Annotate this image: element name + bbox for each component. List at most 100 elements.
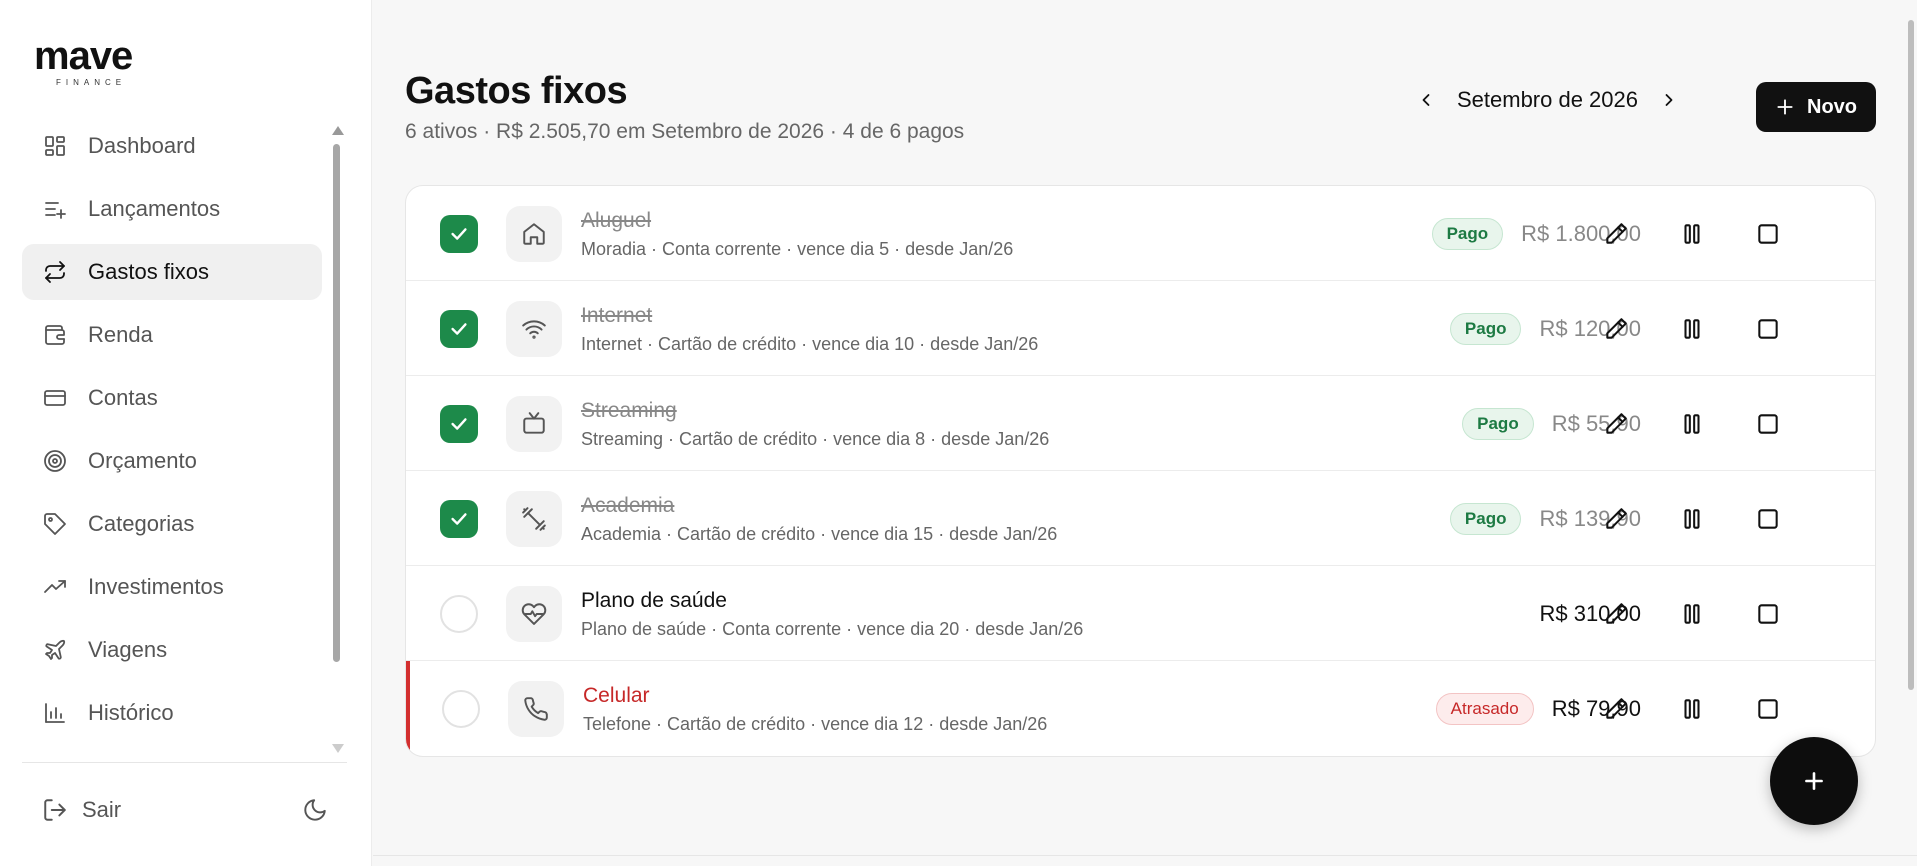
theme-toggle-button[interactable] [302,797,342,828]
sidebar-item-label: Histórico [88,700,174,725]
pencil-icon [1606,318,1627,339]
logout-button[interactable]: Sair [42,797,121,823]
list-item: Internet Internet · Cartão de crédito · … [406,281,1875,376]
tv-icon [506,396,562,452]
pause-icon [1684,699,1700,719]
heart-pulse-icon [506,586,562,642]
prev-month-button[interactable] [1406,80,1446,120]
divider [373,855,1917,856]
edit-button[interactable] [1601,599,1631,629]
check-icon [451,228,467,240]
paid-checkbox[interactable] [440,310,478,348]
wifi-icon [506,301,562,357]
chevron-left-icon [1422,94,1430,106]
select-checkbox[interactable] [1753,409,1783,439]
check-icon [451,323,467,335]
plane-icon [42,637,68,663]
sidebar-scrollbar[interactable] [330,126,344,756]
sidebar-item-gastos-fixos[interactable]: Gastos fixos [22,244,322,300]
sidebar-item-label: Dashboard [88,133,196,158]
month-navigator: Setembro de 2026 [1406,80,1689,120]
list-item: Academia Academia · Cartão de crédito · … [406,471,1875,566]
next-month-button[interactable] [1649,80,1689,120]
pause-button[interactable] [1677,599,1707,629]
list-item: Celular Telefone · Cartão de crédito · v… [406,661,1875,756]
status-badge: Atrasado [1435,692,1534,725]
sidebar-item-dashboard[interactable]: Dashboard [22,118,322,174]
page-scrollbar[interactable] [1908,20,1914,690]
expense-name: Streaming [581,399,677,422]
expense-detail: Streaming · Cartão de crédito · vence di… [581,429,1050,449]
expense-detail: Internet · Cartão de crédito · vence dia… [581,334,1039,354]
paid-checkbox[interactable] [440,405,478,443]
edit-button[interactable] [1601,504,1631,534]
pause-button[interactable] [1677,409,1707,439]
edit-button[interactable] [1601,314,1631,344]
select-checkbox[interactable] [1753,219,1783,249]
pencil-icon [1606,508,1627,529]
new-expense-button[interactable]: Novo [1756,82,1876,132]
paid-checkbox[interactable] [440,215,478,253]
scroll-down-arrow[interactable] [332,744,344,753]
expense-name: Internet [581,304,653,327]
list-plus-icon [42,196,68,222]
scroll-up-arrow[interactable] [332,126,344,135]
scroll-thumb[interactable] [333,144,340,662]
logout-icon [44,799,66,821]
add-fab-button[interactable] [1770,737,1858,825]
sidebar-nav: Dashboard Lançamentos Gastos fixos Renda… [22,118,322,748]
expense-detail: Telefone · Cartão de crédito · vence dia… [583,714,1048,734]
select-checkbox[interactable] [1753,314,1783,344]
moon-icon [304,799,326,821]
expense-detail: Moradia · Conta corrente · vence dia 5 ·… [581,239,1014,259]
edit-button[interactable] [1601,409,1631,439]
pause-button[interactable] [1677,219,1707,249]
expense-name: Aluguel [581,209,652,232]
pencil-icon [1606,223,1627,244]
sidebar-item-contas[interactable]: Contas [22,370,322,426]
pause-button[interactable] [1677,314,1707,344]
expense-name: Celular [583,684,650,707]
status-badge: Pago [1462,407,1534,440]
main-content: Gastos fixos 6 ativos · R$ 2.505,70 em S… [373,0,1917,866]
paid-checkbox[interactable] [440,595,478,633]
edit-button[interactable] [1601,694,1631,724]
square-icon [1758,319,1778,339]
paid-checkbox[interactable] [440,500,478,538]
pause-button[interactable] [1677,504,1707,534]
sidebar-item-historico[interactable]: Histórico [22,685,322,741]
sidebar-item-viagens[interactable]: Viagens [22,622,322,678]
square-icon [1758,699,1778,719]
select-checkbox[interactable] [1753,694,1783,724]
pause-button[interactable] [1677,694,1707,724]
dashboard-icon [42,133,68,159]
sidebar-footer: Sair [22,762,347,822]
target-icon [42,448,68,474]
sidebar-item-renda[interactable]: Renda [22,307,322,363]
sidebar-item-orcamento[interactable]: Orçamento [22,433,322,489]
new-button-label: Novo [1807,95,1857,118]
sidebar-item-label: Lançamentos [88,196,221,221]
expense-detail: Plano de saúde · Conta corrente · vence … [581,619,1084,639]
bar-chart-icon [42,700,68,726]
sidebar-item-categorias[interactable]: Categorias [22,496,322,552]
sidebar-item-investimentos[interactable]: Investimentos [22,559,322,615]
pause-icon [1684,509,1700,529]
select-checkbox[interactable] [1753,599,1783,629]
list-item: Aluguel Moradia · Conta corrente · vence… [406,186,1875,281]
sidebar-item-label: Categorias [88,511,195,536]
select-checkbox[interactable] [1753,504,1783,534]
logo-subtext: FINANCE [56,78,127,87]
paid-checkbox[interactable] [442,690,480,728]
edit-button[interactable] [1601,219,1631,249]
expense-name: Plano de saúde [581,589,727,612]
credit-card-icon [42,385,68,411]
plus-icon [1777,99,1793,115]
expense-name: Academia [581,494,675,517]
logo[interactable]: mave FINANCE [34,36,154,87]
square-icon [1758,414,1778,434]
square-icon [1758,509,1778,529]
sidebar-item-label: Investimentos [88,574,224,599]
sidebar-item-lancamentos[interactable]: Lançamentos [22,181,322,237]
sidebar-item-label: Renda [88,322,153,347]
